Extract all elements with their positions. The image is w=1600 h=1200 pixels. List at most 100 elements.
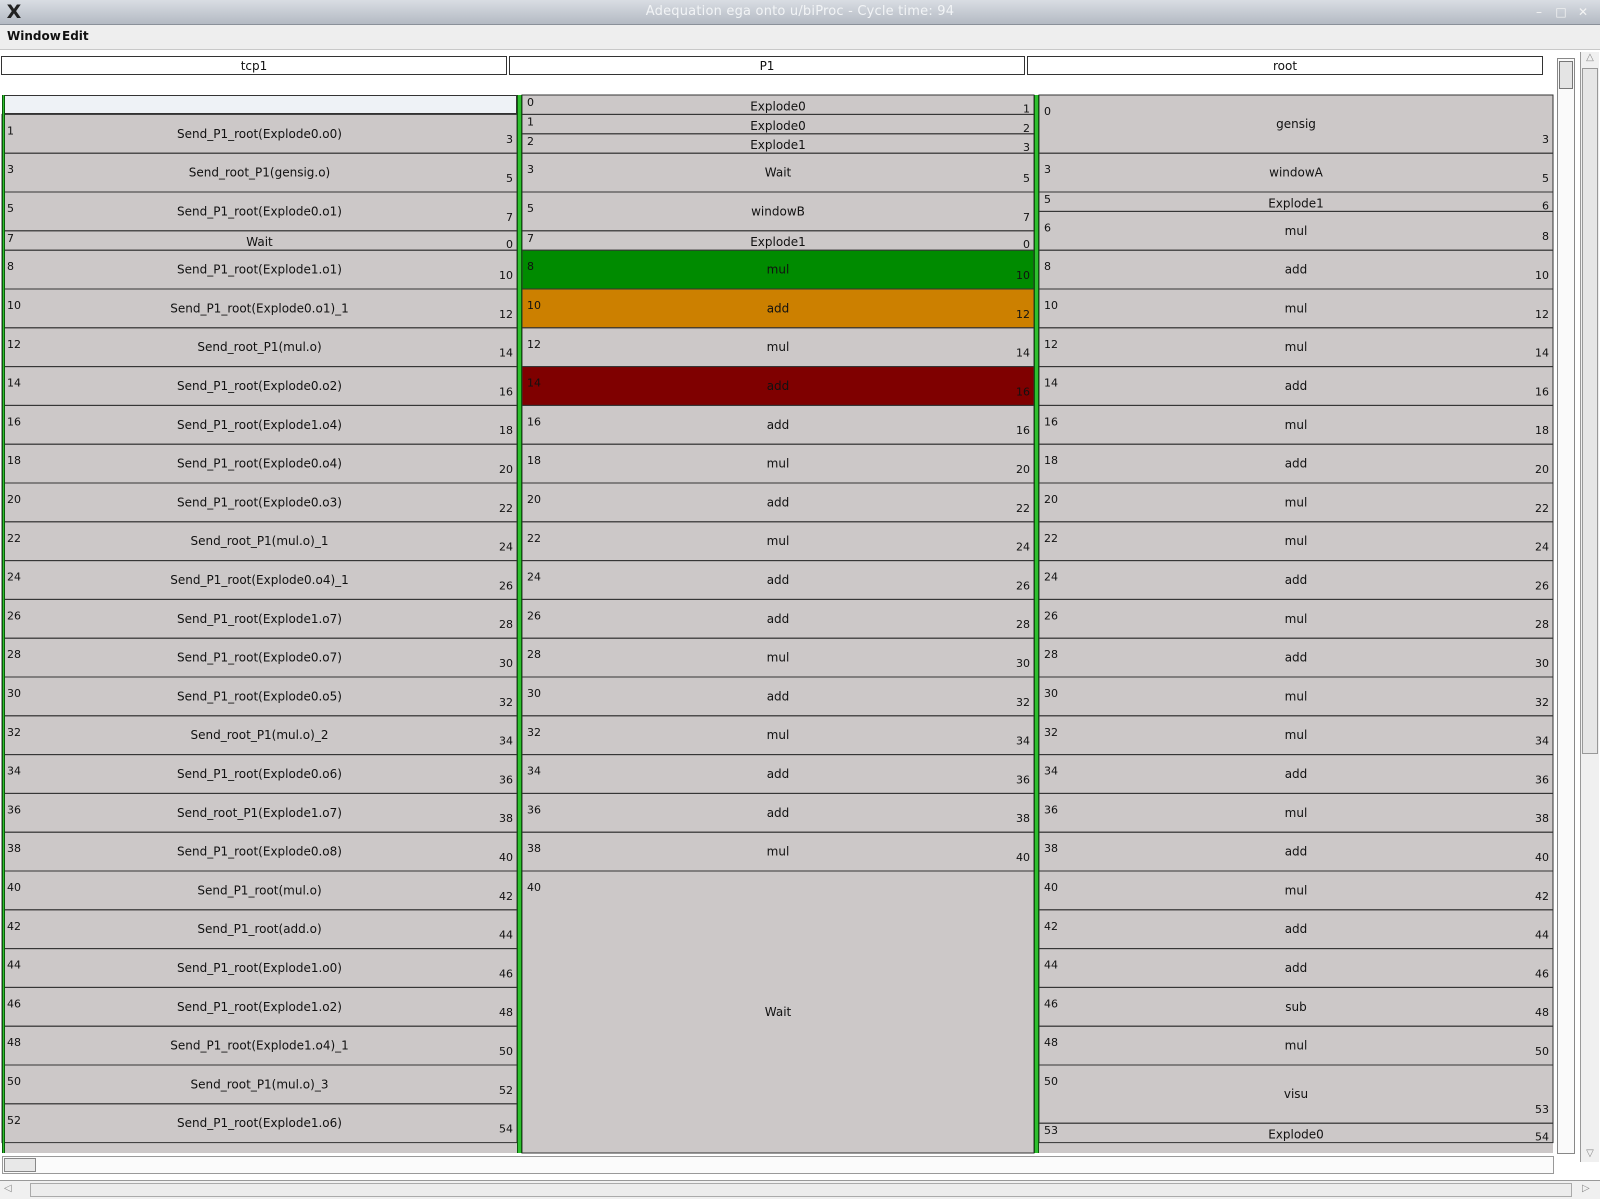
task-label: mul	[1285, 689, 1308, 703]
task-end-time: 34	[499, 735, 513, 748]
task-start-time: 53	[1044, 1124, 1058, 1137]
task-label: add	[767, 612, 790, 626]
task-start-time: 20	[7, 493, 21, 506]
task-start-time: 18	[527, 454, 541, 467]
task-end-time: 46	[499, 967, 513, 980]
task-end-time: 5	[1023, 172, 1030, 185]
task-start-time: 24	[1044, 571, 1058, 584]
task-start-time: 32	[7, 726, 21, 739]
task-label: add	[1285, 961, 1308, 975]
task-label: Explode0	[750, 99, 806, 113]
task-label: visu	[1284, 1087, 1308, 1101]
task-label: mul	[767, 534, 790, 548]
lane-separator-p1-root	[1034, 95, 1039, 1153]
outer-horizontal-scrollbar[interactable]: ◁ ▷	[0, 1180, 1600, 1199]
task-start-time: 36	[7, 803, 21, 816]
task-end-time: 22	[1016, 502, 1030, 515]
task-end-time: 0	[1023, 238, 1030, 251]
task-end-time: 54	[499, 1123, 513, 1136]
task-label: Send_P1_root(Explode0.o6)	[177, 767, 342, 781]
task-label: Send_P1_root(Explode1.o0)	[177, 961, 342, 975]
task-end-time: 16	[1016, 385, 1030, 398]
task-label: add	[1285, 457, 1308, 471]
scroll-down-icon[interactable]: ▽	[1581, 1148, 1599, 1162]
task-end-time: 12	[499, 308, 513, 321]
task-label: Send_P1_root(Explode0.o7)	[177, 651, 342, 665]
close-icon[interactable]: ✕	[1574, 4, 1592, 20]
task-start-time: 32	[1044, 726, 1058, 739]
task-end-time: 30	[499, 657, 513, 670]
minimize-icon[interactable]: –	[1530, 4, 1548, 20]
outer-vertical-scrollbar[interactable]: △ ▽	[1580, 52, 1599, 1162]
task-end-time: 38	[499, 812, 513, 825]
task-start-time: 50	[1044, 1075, 1058, 1088]
task-start-time: 24	[7, 571, 21, 584]
task-end-time: 30	[1016, 657, 1030, 670]
task-label: Send_P1_root(Explode1.o7)	[177, 612, 342, 626]
task-end-time: 10	[1016, 269, 1030, 282]
inner-scroll-thumb[interactable]	[1559, 61, 1573, 89]
task-start-time: 1	[527, 115, 534, 128]
header-p1: P1	[509, 56, 1025, 75]
task-label: add	[767, 418, 790, 432]
task-start-time: 5	[1044, 193, 1051, 206]
task-end-time: 10	[499, 269, 513, 282]
task-label: mul	[1285, 612, 1308, 626]
lane-tcp1-top-strip	[2, 95, 517, 114]
task-start-time: 46	[1044, 997, 1058, 1010]
task-label: Send_P1_root(Explode0.o4)_1	[170, 573, 349, 587]
window-title: Adequation ega onto u/biProc - Cycle tim…	[645, 4, 955, 19]
task-label: add	[767, 379, 790, 393]
task-label: Send_P1_root(Explode0.o2)	[177, 379, 342, 393]
task-start-time: 34	[527, 765, 541, 778]
task-start-time: 40	[1044, 881, 1058, 894]
task-label: mul	[767, 845, 790, 859]
task-end-time: 14	[499, 347, 513, 360]
task-end-time: 32	[1016, 696, 1030, 709]
task-start-time: 22	[1044, 532, 1058, 545]
task-start-time: 6	[1044, 221, 1051, 234]
inner-vertical-scrollbar[interactable]	[1557, 58, 1575, 1154]
outer-scroll-thumb[interactable]	[1582, 68, 1598, 754]
task-start-time: 1	[7, 124, 14, 137]
task-label: add	[767, 767, 790, 781]
task-end-time: 50	[499, 1045, 513, 1058]
task-end-time: 36	[1016, 773, 1030, 786]
maximize-icon[interactable]: □	[1552, 4, 1570, 20]
inner-hscroll-thumb[interactable]	[4, 1158, 36, 1172]
task-end-time: 40	[1016, 851, 1030, 864]
task-label: Send_P1_root(Explode1.o4)_1	[170, 1039, 349, 1053]
task-label: mul	[767, 728, 790, 742]
scroll-right-icon[interactable]: ▷	[1582, 1183, 1590, 1194]
task-end-time: 30	[1535, 657, 1549, 670]
task-start-time: 26	[1044, 609, 1058, 622]
task-label: Send_P1_root(Explode0.o5)	[177, 689, 342, 703]
task-label: mul	[1285, 883, 1308, 897]
task-start-time: 28	[527, 648, 541, 661]
task-label: Send_P1_root(Explode1.o1)	[177, 263, 342, 277]
task-start-time: 46	[7, 997, 21, 1010]
task-start-time: 18	[1044, 454, 1058, 467]
menu-edit[interactable]: Edit	[62, 29, 89, 43]
task-start-time: 8	[527, 260, 534, 273]
scroll-up-icon[interactable]: △	[1581, 52, 1599, 66]
task-start-time: 42	[1044, 920, 1058, 933]
outer-hscroll-thumb[interactable]	[30, 1183, 1572, 1197]
menu-window[interactable]: Window	[7, 29, 61, 43]
task-start-time: 30	[7, 687, 21, 700]
inner-horizontal-scrollbar[interactable]	[2, 1156, 1554, 1174]
scroll-left-icon[interactable]: ◁	[4, 1183, 12, 1194]
task-end-time: 50	[1535, 1045, 1549, 1058]
task-start-time: 16	[527, 415, 541, 428]
task-end-time: 7	[1023, 211, 1030, 224]
task-end-time: 24	[1535, 541, 1549, 554]
task-end-time: 2	[1023, 122, 1030, 135]
task-label: gensig	[1276, 117, 1316, 131]
task-start-time: 20	[527, 493, 541, 506]
task-start-time: 32	[527, 726, 541, 739]
task-end-time: 18	[499, 424, 513, 437]
task-start-time: 44	[1044, 959, 1058, 972]
task-end-time: 44	[1535, 929, 1549, 942]
task-start-time: 20	[1044, 493, 1058, 506]
task-end-time: 40	[499, 851, 513, 864]
